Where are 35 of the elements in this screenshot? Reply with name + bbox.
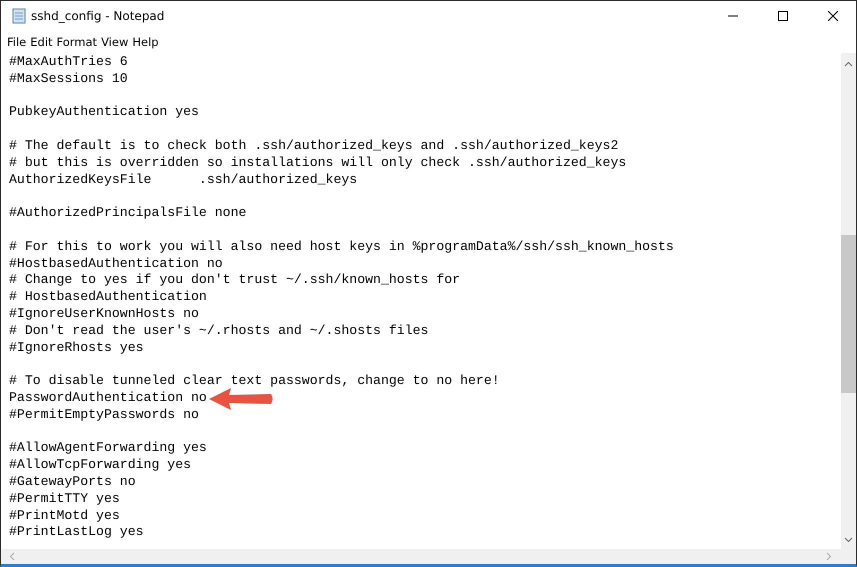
config-line: # To disable tunneled clear text passwords, change to no here! [9,373,500,390]
window-title: sshd_config - Notepad [31,9,166,23]
maximize-icon [778,11,788,21]
arrow-icon [207,386,275,412]
menu-item[interactable]: Edit [30,35,53,49]
notepad-icon [11,8,27,24]
config-line: #AuthorizedPrincipalsFile none [9,205,246,222]
config-line: #IgnoreUserKnownHosts no [9,306,199,323]
config-line: # Don't read the user's ~/.rhosts and ~/.shosts files [9,322,428,340]
config-line: #AllowAgentForwarding yes [9,440,207,458]
config-line: # but this is overridden so installations will only check .ssh/authorized_keys [9,154,626,172]
config-line: AuthorizedKeysFile .ssh/authorized_keys [9,172,358,188]
config-line: #MaxSessions 10 [9,70,128,88]
config-line: PasswordAuthentication no [9,390,207,407]
config-line: PubkeyAuthentication yes [9,104,199,122]
menu-item[interactable]: View [101,35,128,49]
config-line: # Change to yes if you don't trust ~/.ssh/known_hosts for [9,272,460,290]
menu-item[interactable]: File [7,35,26,49]
config-line: #HostbasedAuthentication no [9,256,223,272]
close-icon [828,11,838,21]
config-line: # For this to work you will also need host keys in %programData%/ssh/ssh_known_hosts [9,238,674,256]
config-line: #AllowTcpForwarding yes [9,457,192,474]
config-line: # The default is to check both .ssh/authorized_keys and .ssh/authorized_keys2 [9,138,618,155]
config-line: # HostbasedAuthentication [9,289,207,306]
vertical-scrollbar[interactable] [841,53,856,549]
config-line: #IgnoreRhosts yes [9,340,144,356]
menu-item[interactable]: Format [56,35,98,49]
config-line: #MaxAuthTries 6 [9,54,128,71]
menu-item[interactable]: Help [132,35,159,49]
config-line: #PermitEmptyPasswords no [9,406,199,424]
scrollbar-thumb[interactable] [841,235,856,393]
config-line: #GatewayPorts no [9,474,136,491]
config-line: #PrintLastLog yes [9,524,144,542]
config-line: #PermitTTY yes [9,490,120,508]
config-line: #PrintMotd yes [9,508,120,524]
